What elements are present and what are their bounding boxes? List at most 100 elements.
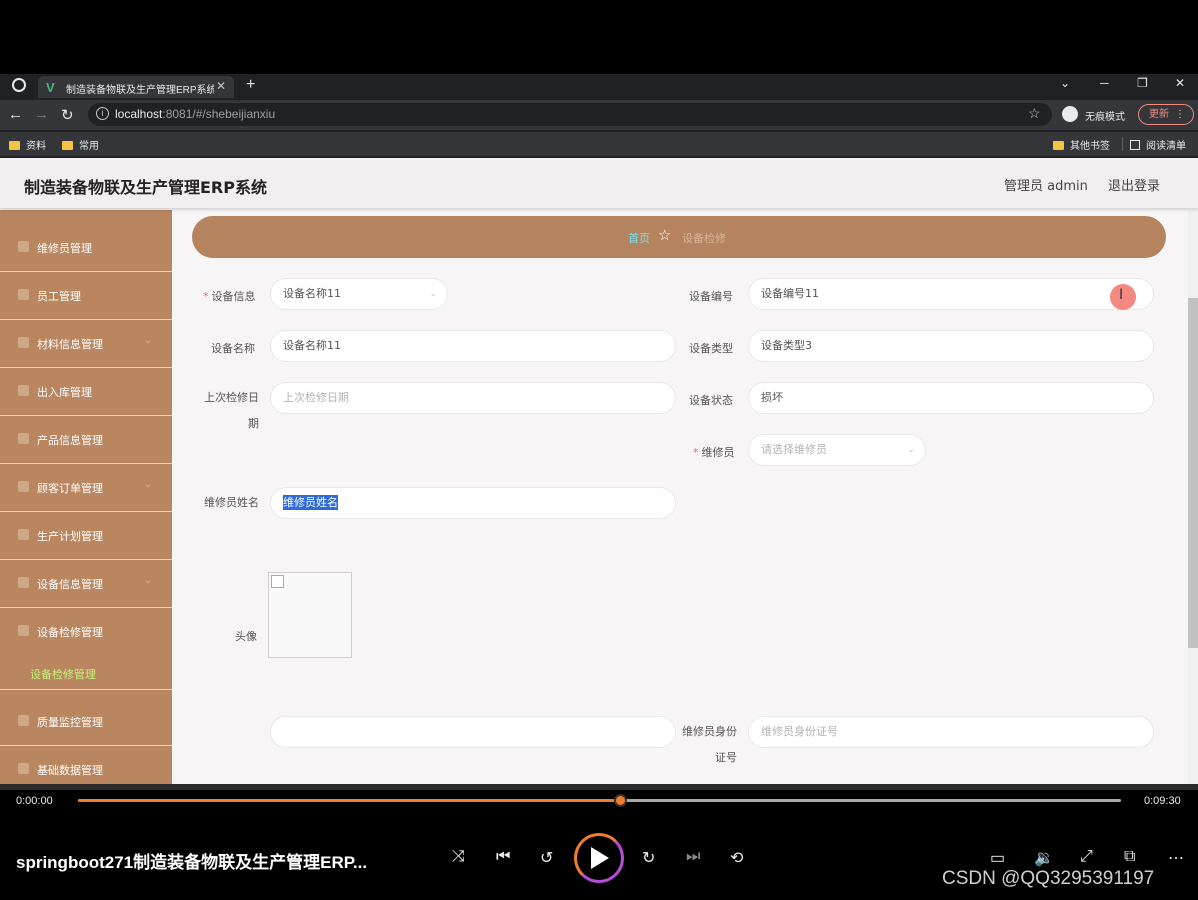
sidebar-item-quality[interactable]: 质量监控管理	[0, 698, 172, 746]
video-player: 0:00:00 0:09:30 springboot271制造装备物联及生产管理…	[0, 784, 1198, 900]
previous-icon[interactable]: ⏮	[496, 848, 510, 866]
data-icon	[18, 763, 29, 774]
subtitles-icon[interactable]: ▭	[990, 848, 1005, 868]
sidebar-subitem-device-repair[interactable]: 设备检修管理	[0, 656, 172, 690]
sidebar-item-warehouse[interactable]: 出入库管理	[0, 368, 172, 416]
id-card-field[interactable]: 维修员身份证号	[748, 716, 1154, 748]
bookmark-folder-ziliao[interactable]: 资料	[9, 137, 46, 152]
device-no-field[interactable]: 设备编号11	[748, 278, 1154, 310]
bookmark-folder-other[interactable]: 其他书签	[1053, 137, 1110, 152]
repairman-name-field[interactable]: 维修员姓名	[270, 487, 676, 519]
next-icon[interactable]: ⏭	[686, 848, 700, 866]
sidebar-item-product[interactable]: 产品信息管理	[0, 416, 172, 464]
more-menu-icon[interactable]: ⋮	[1175, 105, 1185, 124]
fullscreen-icon[interactable]: ⤢	[1080, 848, 1093, 866]
breadcrumb: 首页 ☆ 设备检修	[192, 216, 1166, 258]
incognito-icon[interactable]	[1062, 106, 1078, 122]
page-scrollbar-thumb[interactable]	[1188, 298, 1198, 648]
url-field[interactable]: i localhost:8081/#/shebeijianxiu ☆	[88, 103, 1052, 126]
seek-handle[interactable]	[614, 794, 628, 807]
time-total: 0:09:30	[1144, 795, 1181, 807]
avatar-image[interactable]	[268, 572, 352, 658]
last-check-date-field[interactable]: 上次检修日期	[270, 382, 676, 414]
folder-icon	[9, 141, 20, 150]
browser-icon[interactable]	[12, 78, 26, 92]
chevron-down-icon: ⌄	[144, 335, 153, 346]
repairman-select[interactable]: 请选择维修员 ⌄	[748, 434, 926, 466]
minimize-icon[interactable]: ─	[1100, 76, 1109, 90]
admin-label: 管理员 admin	[1004, 179, 1088, 194]
info-icon[interactable]: i	[96, 107, 109, 120]
sidebar-item-orders[interactable]: 顾客订单管理 ⌄	[0, 464, 172, 512]
chevron-down-icon: ⌄	[429, 289, 437, 299]
tab-search-icon[interactable]: ⌄	[1060, 76, 1070, 90]
chevron-down-icon: ⌄	[907, 445, 915, 455]
bookmark-star-icon[interactable]: ☆	[1028, 105, 1041, 122]
warehouse-icon	[18, 385, 29, 396]
shuffle-icon[interactable]: ⤨	[452, 848, 465, 866]
box-icon	[18, 337, 29, 348]
repair-icon	[18, 625, 29, 636]
sidebar-item-repairman[interactable]: 维修员管理	[0, 224, 172, 272]
text-cursor-icon: I	[1119, 287, 1124, 303]
breadcrumb-current: 设备检修	[682, 232, 726, 245]
device-name-field[interactable]: 设备名称11	[270, 330, 676, 362]
folder-icon	[1053, 141, 1064, 150]
folder-icon	[62, 141, 73, 150]
quality-icon	[18, 715, 29, 726]
order-icon	[18, 481, 29, 492]
device-info-select[interactable]: 设备名称11 ⌄	[270, 278, 448, 310]
mini-player-icon[interactable]: ⧉	[1124, 848, 1135, 866]
sidebar-item-base-data[interactable]: 基础数据管理	[0, 746, 172, 784]
selected-text: 维修员姓名	[283, 495, 338, 510]
bookmark-folder-changyong[interactable]: 常用	[62, 137, 99, 152]
device-info-label: * 设备信息	[203, 290, 256, 303]
incognito-label: 无痕模式	[1085, 112, 1125, 123]
restore-icon[interactable]: ❐	[1137, 76, 1148, 90]
forward-30-icon[interactable]: ↻	[642, 848, 655, 868]
sidebar: 维修员管理 员工管理 材料信息管理 ⌄ 出入库管理 产品信息管理 顾客订单管理 …	[0, 210, 172, 784]
breadcrumb-home[interactable]: 首页	[628, 230, 650, 246]
close-window-icon[interactable]: ✕	[1175, 76, 1185, 90]
sidebar-item-material[interactable]: 材料信息管理 ⌄	[0, 320, 172, 368]
device-type-field[interactable]: 设备类型3	[748, 330, 1154, 362]
device-type-label: 设备类型	[689, 342, 733, 355]
update-button[interactable]: 更新 ⋮	[1138, 104, 1194, 125]
reload-icon[interactable]: ↻	[61, 106, 74, 124]
app-header: 制造装备物联及生产管理ERP系统 管理员 admin 退出登录	[0, 158, 1198, 208]
more-options-icon[interactable]: ⋯	[1168, 848, 1184, 868]
seek-bar[interactable]	[78, 794, 1121, 807]
product-icon	[18, 433, 29, 444]
avatar-label: 头像	[235, 630, 257, 643]
users-icon	[18, 289, 29, 300]
device-no-label: 设备编号	[689, 290, 733, 303]
device-status-field[interactable]: 损坏	[748, 382, 1154, 414]
browser-window: V 制造装备物联及生产管理ERP系统 ✕ + ⌄ ─ ❐ ✕ ← → ↻ i l…	[0, 74, 1198, 158]
url-text: localhost:8081/#/shebeijianxiu	[115, 107, 276, 121]
device-icon	[18, 577, 29, 588]
user-icon	[18, 241, 29, 252]
play-icon	[591, 847, 609, 869]
volume-icon[interactable]: 🔉	[1034, 848, 1054, 868]
new-tab-icon[interactable]: +	[246, 76, 255, 94]
bookmark-divider	[1122, 137, 1123, 151]
player-top-strip	[0, 784, 1198, 790]
tab-bar: V 制造装备物联及生产管理ERP系统 ✕ + ⌄ ─ ❐ ✕	[0, 74, 1198, 98]
broken-image-icon	[271, 575, 284, 588]
rewind-10-icon[interactable]: ↺	[540, 848, 553, 868]
sidebar-item-device-info[interactable]: 设备信息管理 ⌄	[0, 560, 172, 608]
id-card-label: 维修员身份证号	[682, 725, 737, 764]
sidebar-item-plan[interactable]: 生产计划管理	[0, 512, 172, 560]
forward-icon[interactable]: →	[34, 106, 49, 123]
browser-tab[interactable]: V 制造装备物联及生产管理ERP系统 ✕	[38, 76, 234, 98]
close-tab-icon[interactable]: ✕	[216, 79, 226, 93]
repeat-off-icon[interactable]: ⟲	[730, 848, 743, 868]
reading-list[interactable]: 阅读清单	[1130, 137, 1186, 152]
repairman-name-label: 维修员姓名	[204, 496, 259, 509]
tab-title: 制造装备物联及生产管理ERP系统	[66, 85, 214, 96]
sidebar-item-staff[interactable]: 员工管理	[0, 272, 172, 320]
logout-link[interactable]: 退出登录	[1108, 175, 1160, 194]
sidebar-item-device-repair[interactable]: 设备检修管理	[0, 608, 172, 656]
unlabeled-field[interactable]	[270, 716, 676, 748]
back-icon[interactable]: ←	[8, 106, 23, 123]
